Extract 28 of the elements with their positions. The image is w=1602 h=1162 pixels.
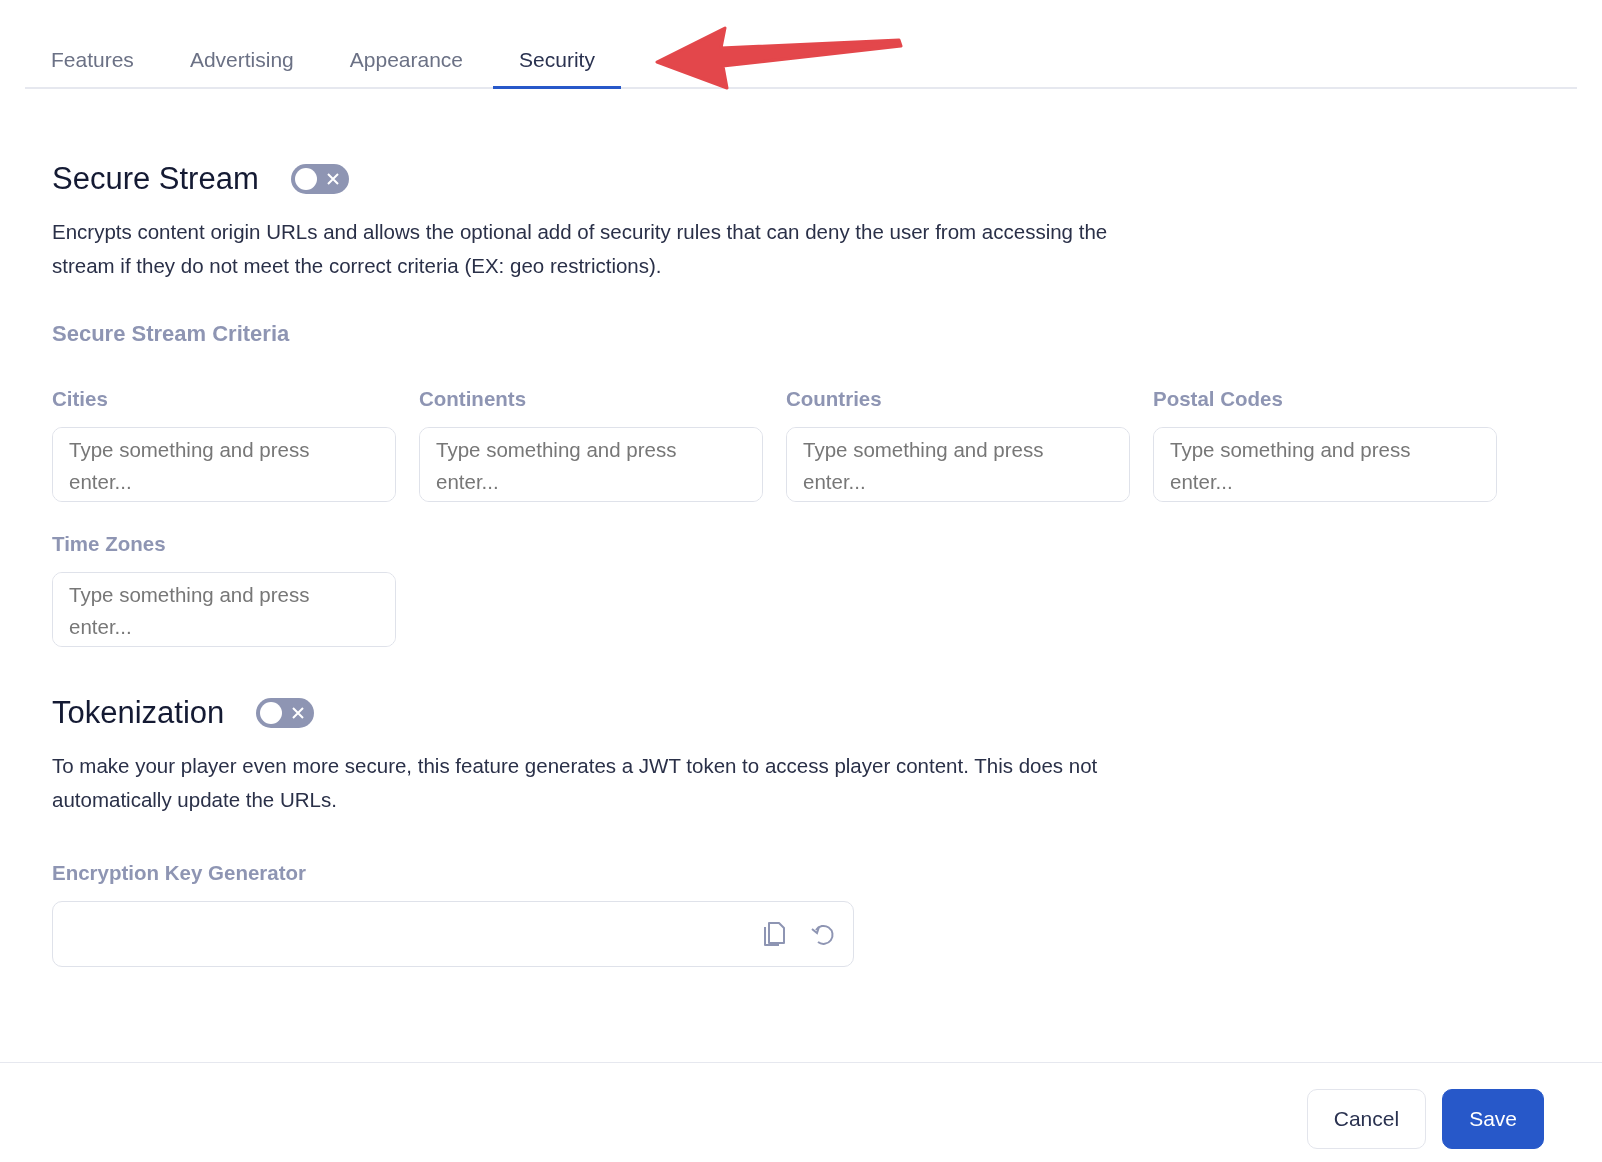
tag-input-field[interactable]: Type something and press enter... bbox=[52, 427, 396, 502]
tab[interactable]: Appearance bbox=[323, 40, 490, 89]
subsection-title: Secure Stream Criteria bbox=[52, 321, 291, 347]
section-description: Encrypts content origin URLs and allows the optional add of security rules that can deny the user from accessing the stream if they do not meet the correct criteria (EX: geo restrictions). bbox=[52, 219, 1109, 279]
toggle-switch[interactable] bbox=[290, 164, 349, 194]
cancel-button[interactable]: Cancel bbox=[1306, 1089, 1427, 1149]
tag-input-field[interactable]: Type something and press enter... bbox=[419, 427, 763, 502]
field-label: Countries bbox=[786, 387, 883, 411]
copy-icon[interactable] bbox=[761, 920, 787, 948]
tag-input-field[interactable]: Type something and press enter... bbox=[786, 427, 1130, 502]
field-label: Encryption Key Generator bbox=[52, 861, 308, 885]
close-icon bbox=[291, 706, 306, 720]
tab[interactable]: Advertising bbox=[163, 40, 320, 89]
tag-input-field[interactable]: Type something and press enter... bbox=[1153, 427, 1497, 502]
toggle-switch[interactable] bbox=[256, 698, 315, 728]
field-label: Continents bbox=[419, 387, 528, 411]
section-title: Secure Stream bbox=[52, 161, 259, 197]
section-title: Tokenization bbox=[52, 695, 225, 731]
tab[interactable]: Security bbox=[493, 40, 621, 89]
tab[interactable]: Features bbox=[25, 40, 160, 89]
section-description: To make your player even more secure, this feature generates a JWT token to access player content. This does not automatically update the URLs. bbox=[52, 753, 1099, 813]
save-button[interactable]: Save bbox=[1442, 1089, 1544, 1149]
field-label: Cities bbox=[52, 387, 109, 411]
close-icon bbox=[325, 172, 340, 186]
field-label: Time Zones bbox=[52, 532, 167, 556]
tag-input-field[interactable]: Type something and press enter... bbox=[52, 572, 396, 647]
key-input-field[interactable] bbox=[52, 901, 854, 967]
field-label: Postal Codes bbox=[1153, 387, 1284, 411]
